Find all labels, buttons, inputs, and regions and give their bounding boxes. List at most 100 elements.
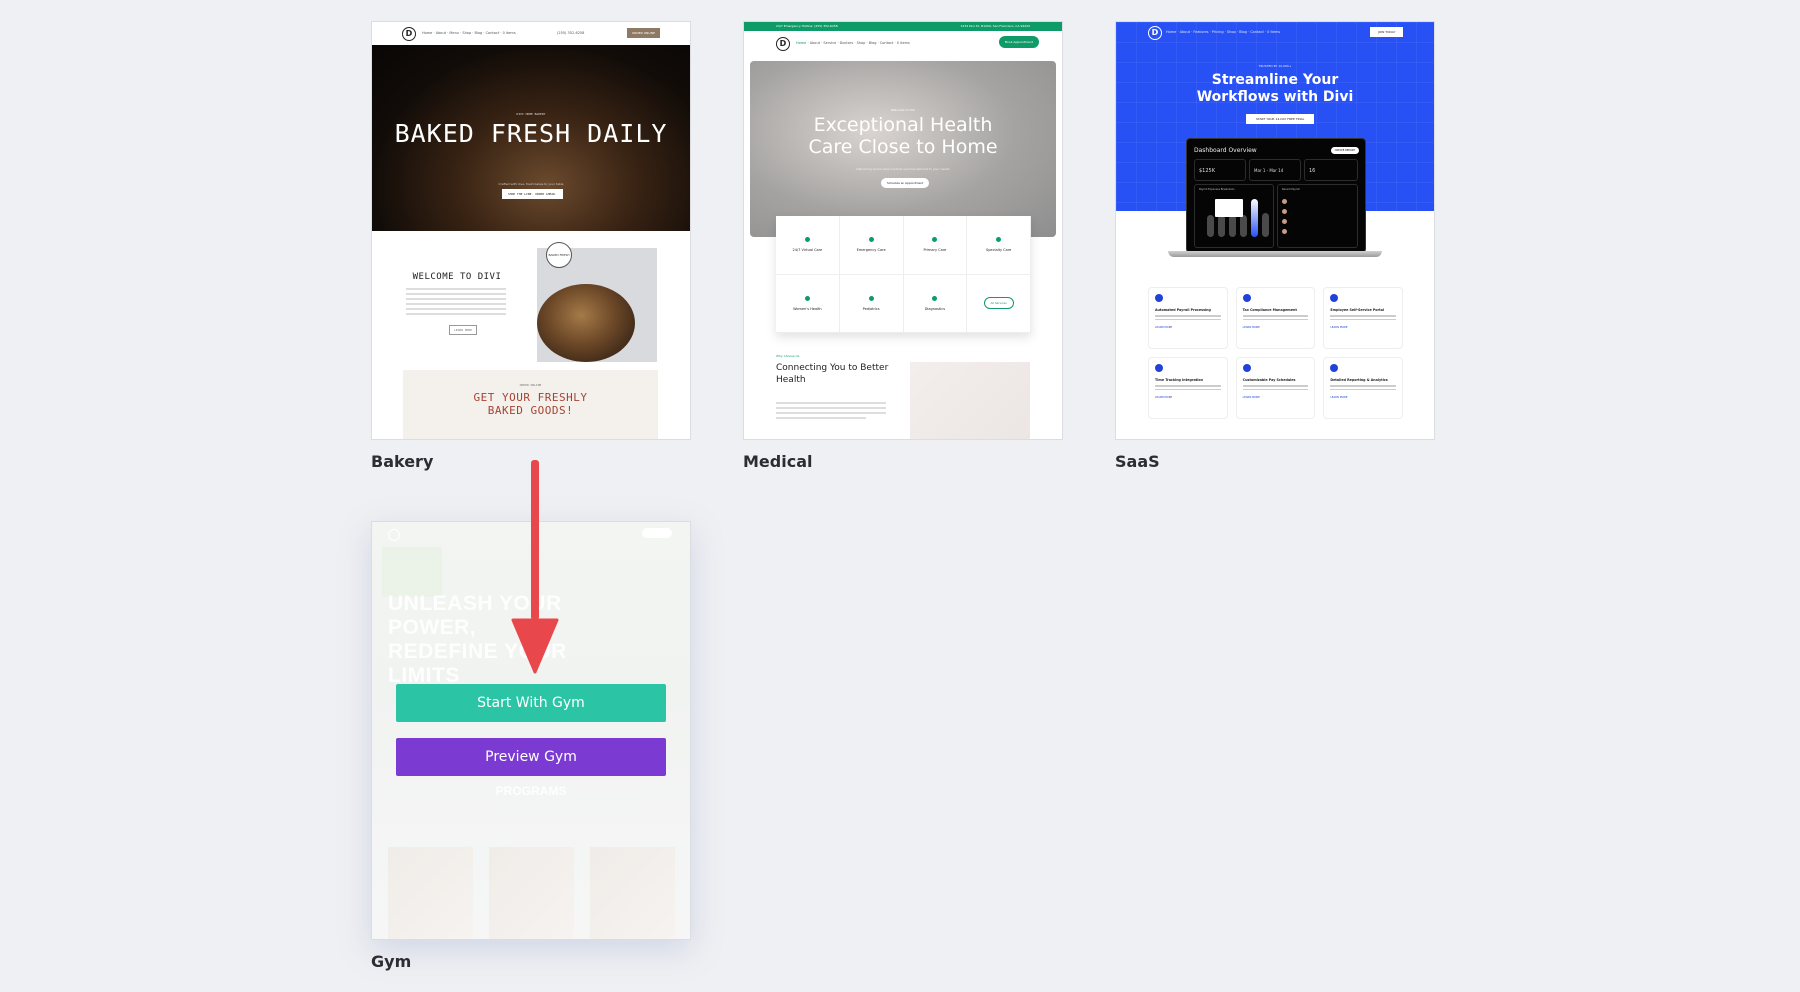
doctor-icon: [932, 295, 938, 301]
medical-services-grid: 24/7 Virtual Care Emergency Care Primary…: [776, 216, 1031, 333]
layout-card-bakery[interactable]: D Home · About · Menu · Shop · Blog · Co…: [371, 21, 691, 440]
layout-label-gym: Gym: [371, 952, 412, 971]
chart-bar: [1262, 213, 1269, 237]
gym-program-image: [590, 847, 675, 939]
divi-logo-icon: D: [776, 37, 790, 51]
saas-dashboard-mockup: Dashboard Overview CREATE REPORT $125K M…: [1186, 138, 1366, 253]
service-item: All Services: [967, 274, 1031, 333]
bakery-hero-title: BAKED FRESH DAILY: [394, 119, 668, 148]
feature-card: Detailed Reporting & Analytics LEARN MORE: [1323, 357, 1403, 419]
text-line: [776, 417, 866, 419]
service-item: Primary Care: [903, 216, 968, 275]
divi-logo-icon: D: [402, 27, 416, 41]
chart-bar-highlight: [1251, 199, 1258, 237]
check-icon: [1242, 294, 1251, 302]
gym-program-image: [388, 847, 473, 939]
bakery-phone: (255) 352-6258: [557, 31, 585, 35]
bakery-hero-sub: Crafted with love, fresh bakes to your t…: [498, 182, 564, 186]
layout-card-saas[interactable]: D Home · About · Features · Pricing · Sh…: [1115, 21, 1435, 440]
avatar: [1282, 209, 1287, 214]
feature-card: Automated Payroll Processing LEARN MORE: [1148, 287, 1228, 349]
chart-tooltip: [1215, 199, 1243, 217]
chat-icon: [868, 237, 874, 243]
gym-program-image: [489, 847, 574, 939]
medical-hero-sub: Delivering world-class medical services …: [856, 167, 950, 171]
feature-card: Employee Self-Service Portal LEARN MORE: [1323, 287, 1403, 349]
text-line: [776, 407, 886, 409]
chart-bar: [1240, 215, 1247, 237]
text-line: [406, 298, 506, 300]
feature-card: Tax Compliance Management LEARN MORE: [1235, 287, 1316, 349]
avatar: [1282, 229, 1287, 234]
medical-eyebrow: Welcome to Divi: [890, 108, 916, 112]
bakery-learn-more: LEARN MORE: [449, 325, 478, 335]
stat-value: $125K: [1199, 168, 1216, 174]
stat-value: Mar 1 - Mar 14: [1254, 168, 1284, 173]
service-item: Specialty Care: [967, 216, 1031, 275]
avatar: [1282, 219, 1287, 224]
heart-icon: [996, 237, 1002, 243]
medical-nav: Home · About · Service · Doctors · Shop …: [796, 41, 910, 45]
medical-hero-button: Schedule an Appointment: [881, 178, 930, 188]
service-item: Women's Health: [776, 274, 840, 333]
saas-eyebrow: TRUSTED BY 10,000+: [1258, 64, 1292, 68]
bakery-welcome-title: WELCOME TO DIVI: [412, 272, 502, 282]
feature-card: Customizable Pay Schedules LEARN MORE: [1235, 357, 1316, 419]
gym-join-button: [642, 528, 672, 538]
bakery-stamp-badge: BAKED FRESH DAILY: [546, 242, 572, 268]
medical-book-button: Book Appointment: [999, 36, 1039, 48]
medical-why-eyebrow: Why Choose Us: [776, 354, 800, 358]
chart-bar: [1229, 215, 1236, 237]
saas-hero-button: START YOUR 14-DAY FREE TRIAL: [1246, 114, 1315, 124]
payroll-icon: [1155, 294, 1163, 302]
all-services-pill: All Services: [983, 297, 1014, 310]
layout-label-bakery: Bakery: [371, 452, 434, 471]
dashboard-title: Dashboard Overview: [1194, 147, 1257, 154]
medkit-icon: [932, 237, 938, 243]
saas-join-button: JOIN TODAY: [1370, 27, 1404, 37]
user-icon: [1330, 294, 1339, 302]
medical-hero-title: Exceptional Health Care Close to Home: [808, 114, 998, 158]
stat-value: 16: [1309, 168, 1316, 174]
layout-label-medical: Medical: [743, 452, 813, 471]
person-icon: [804, 295, 810, 301]
avatar: [1282, 199, 1287, 204]
video-icon: [804, 237, 810, 243]
bakery-hero-button: SHOP THE LINE. ORDER AHEAD.: [502, 189, 563, 199]
gym-hero-shape: [382, 547, 442, 597]
medical-topbar: 24/7 Emergency Hotline: (255) 352-6258 1…: [744, 22, 1062, 31]
service-item: Diagnostics: [903, 274, 968, 333]
chart-title: Payroll Expenses Breakdown: [1199, 188, 1235, 191]
divi-logo-icon: [388, 529, 400, 541]
annotation-arrow-icon: [511, 460, 559, 674]
layout-card-medical[interactable]: 24/7 Emergency Hotline: (255) 352-6258 1…: [743, 21, 1063, 440]
medical-why-title: Connecting You to Better Health: [776, 363, 889, 385]
service-item: 24/7 Virtual Care: [776, 216, 840, 275]
recent-title: Recent Payroll: [1282, 188, 1300, 191]
medical-hotline: 24/7 Emergency Hotline: (255) 352-6258: [776, 24, 838, 28]
service-item: Emergency Care: [839, 216, 904, 275]
saas-hero-title: Streamline Your Workflows with Divi: [1196, 72, 1354, 105]
text-line: [776, 412, 886, 414]
bakery-eyebrow: DIVI HOME BAKERY: [516, 112, 546, 116]
divi-logo-icon: D: [1148, 26, 1162, 40]
start-with-gym-button[interactable]: Start With Gym: [396, 684, 666, 722]
text-line: [406, 303, 506, 305]
layout-label-saas: SaaS: [1115, 452, 1160, 471]
chart-bar: [1218, 215, 1225, 237]
service-item: Pediatrics: [839, 274, 904, 333]
text-line: [406, 308, 506, 310]
laptop-base: [1168, 251, 1382, 257]
feature-card: Time Tracking Integration LEARN MORE: [1148, 357, 1228, 419]
saas-nav: Home · About · Features · Pricing · Shop…: [1166, 30, 1281, 34]
bakery-nav: Home · About · Menu · Shop · Blog · Cont…: [422, 31, 516, 35]
create-report-button: CREATE REPORT: [1330, 147, 1359, 154]
child-icon: [868, 295, 874, 301]
medical-address: 1234 Divi St. #1000, San Francisco, CA 9…: [960, 24, 1031, 28]
text-line: [776, 402, 886, 404]
preview-gym-button[interactable]: Preview Gym: [396, 738, 666, 776]
saas-features-grid: Automated Payroll Processing LEARN MORE T…: [1148, 287, 1403, 419]
bakery-order-title: GET YOUR FRESHLY BAKED GOODS!: [473, 391, 588, 417]
medical-why-image: [910, 362, 1030, 439]
chart-icon: [1330, 364, 1339, 372]
